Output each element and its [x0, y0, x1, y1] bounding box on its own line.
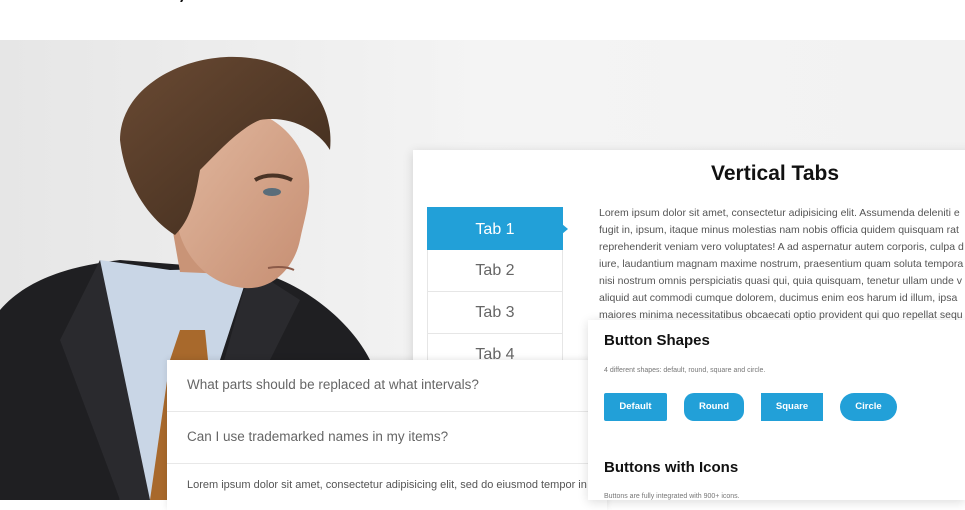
tab-content-line: fugit in, ipsum, itaque minus molestias … — [599, 224, 959, 236]
header-title-fragment-icon — [180, 0, 184, 2]
tab-label: Tab 3 — [475, 304, 515, 321]
top-header-strip — [0, 0, 965, 40]
default-button[interactable]: Default — [604, 393, 667, 421]
faq-accordion-panel: What parts should be replaced at what in… — [167, 360, 607, 510]
tab-label: Tab 2 — [475, 262, 515, 279]
button-shapes-panel: Button Shapes 4 different shapes: defaul… — [588, 320, 965, 500]
faq-answer: Lorem ipsum dolor sit amet, consectetur … — [187, 479, 587, 491]
tab-content-line: aliquid aut commodi cumque dolorem, duci… — [599, 292, 958, 304]
tab-list: Tab 1 Tab 2 Tab 3 Tab 4 — [427, 207, 568, 376]
round-button[interactable]: Round — [684, 393, 744, 421]
vertical-tabs-title: Vertical Tabs — [711, 162, 840, 185]
tab-3[interactable]: Tab 3 — [427, 292, 563, 334]
button-shapes-title: Button Shapes — [604, 332, 710, 349]
tab-content-line: Lorem ipsum dolor sit amet, consectetur … — [599, 207, 960, 219]
tab-1[interactable]: Tab 1 — [427, 207, 568, 250]
button-shapes-description: 4 different shapes: default, round, squa… — [604, 367, 766, 374]
faq-question: Can I use trademarked names in my items? — [187, 429, 449, 444]
buttons-with-icons-title: Buttons with Icons — [604, 459, 739, 476]
circle-button[interactable]: Circle — [840, 393, 897, 421]
tab-content-line: iure, laudantium magnam maxime nostrum, … — [599, 258, 964, 270]
tab-content: Lorem ipsum dolor sit amet, consectetur … — [599, 205, 965, 324]
tab-label: Tab 1 — [475, 221, 515, 238]
tab-2[interactable]: Tab 2 — [427, 250, 563, 292]
buttons-with-icons-description: Buttons are fully integrated with 900+ i… — [604, 493, 740, 500]
square-button[interactable]: Square — [761, 393, 823, 421]
faq-question-item[interactable]: What parts should be replaced at what in… — [167, 360, 607, 412]
tab-content-line: reprehenderit veniam vero voluptates! A … — [599, 241, 964, 253]
faq-question-item[interactable]: Can I use trademarked names in my items? — [167, 412, 607, 464]
active-tab-arrow-icon — [562, 224, 568, 234]
tab-content-line: nisi nostrum omnis perspiciatis quasi qu… — [599, 275, 963, 287]
faq-question: What parts should be replaced at what in… — [187, 377, 479, 392]
